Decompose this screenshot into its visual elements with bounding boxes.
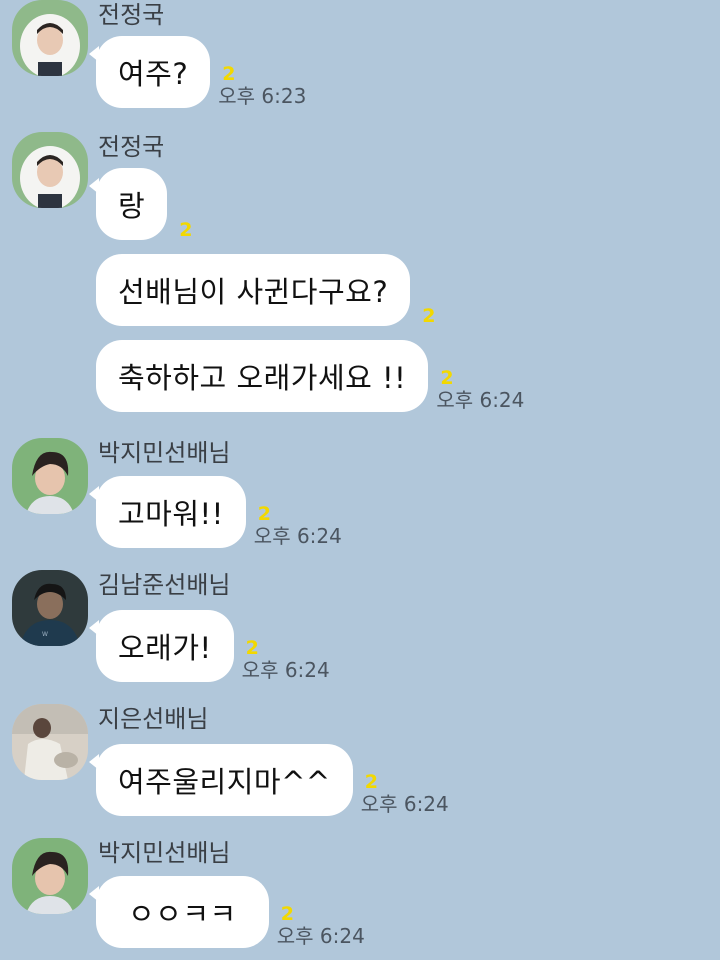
message-bubble[interactable]: 고마워!!	[89, 476, 246, 548]
unread-count: 2	[222, 63, 236, 85]
message-bubble[interactable]: 여주울리지마^^	[89, 744, 353, 816]
sender-name: 전정국	[98, 133, 165, 161]
message-meta: 2 오후 6:24	[436, 368, 524, 412]
message-bubble[interactable]: ㅇㅇㅋㅋ	[89, 876, 269, 948]
avatar-jieun-image	[12, 704, 88, 780]
message-time: 오후 6:24	[241, 658, 330, 682]
avatar-namjoon-image: W	[12, 570, 88, 646]
profile-avatar[interactable]	[12, 132, 88, 208]
message-row: 여주? 2 오후 6:23	[88, 36, 306, 108]
avatar-jungkook-image	[12, 132, 88, 208]
message-bubble[interactable]: 선배님이 사귄다구요?	[96, 254, 411, 326]
avatar-jungkook-image	[12, 0, 88, 76]
unread-count: 2	[422, 305, 436, 327]
profile-avatar[interactable]	[12, 438, 88, 514]
message-row: 오래가! 2 오후 6:24	[89, 610, 330, 682]
message-meta: 2	[175, 220, 192, 240]
message-time: 오후 6:24	[360, 792, 449, 816]
profile-avatar[interactable]: W	[12, 570, 88, 646]
message-meta: 2 오후 6:23	[218, 64, 306, 108]
message-bubble[interactable]: 축하하고 오래가세요 !!	[96, 340, 429, 412]
message-row: 여주울리지마^^ 2 오후 6:24	[89, 744, 449, 816]
sender-name: 박지민선배님	[98, 439, 231, 467]
svg-text:W: W	[42, 631, 48, 638]
message-row: 고마워!! 2 오후 6:24	[89, 476, 342, 548]
message-time: 오후 6:24	[276, 924, 365, 948]
message-time: 오후 6:24	[436, 388, 525, 412]
profile-avatar[interactable]	[12, 0, 88, 76]
sender-name: 전정국	[98, 1, 165, 29]
message-meta: 2 오후 6:24	[277, 904, 365, 948]
message-row: ㅇㅇㅋㅋ 2 오후 6:24	[89, 876, 365, 948]
avatar-jimin-image	[12, 838, 88, 914]
unread-count: 2	[245, 637, 259, 659]
unread-count: 2	[179, 219, 193, 241]
message-meta: 2 오후 6:24	[242, 638, 330, 682]
message-meta: 2 오후 6:24	[361, 772, 449, 816]
message-bubble[interactable]: 랑	[88, 168, 168, 240]
message-bubble[interactable]: 오래가!	[89, 610, 234, 682]
message-meta: 2	[418, 306, 435, 326]
profile-avatar[interactable]	[12, 704, 88, 780]
unread-count: 2	[364, 771, 378, 793]
sender-name: 지은선배님	[98, 705, 209, 733]
sender-name: 김남준선배님	[98, 571, 231, 599]
message-time: 오후 6:24	[253, 524, 342, 548]
message-meta: 2 오후 6:24	[254, 504, 342, 548]
unread-count: 2	[257, 503, 272, 525]
unread-count: 2	[440, 367, 454, 389]
message-bubble[interactable]: 여주?	[88, 36, 211, 108]
sender-name: 박지민선배님	[98, 839, 231, 867]
unread-count: 2	[280, 903, 294, 925]
message-time: 오후 6:23	[218, 84, 307, 108]
message-row: 축하하고 오래가세요 !! 2 오후 6:24	[96, 340, 524, 412]
avatar-jimin-image	[12, 438, 88, 514]
message-row: 랑 2	[88, 168, 192, 240]
chat-room[interactable]: 전정국 여주? 2 오후 6:23 전정국 랑 2 선배님이 사귄다구요? 2 …	[0, 0, 720, 960]
profile-avatar[interactable]	[12, 838, 88, 914]
message-row: 선배님이 사귄다구요? 2	[96, 254, 435, 326]
